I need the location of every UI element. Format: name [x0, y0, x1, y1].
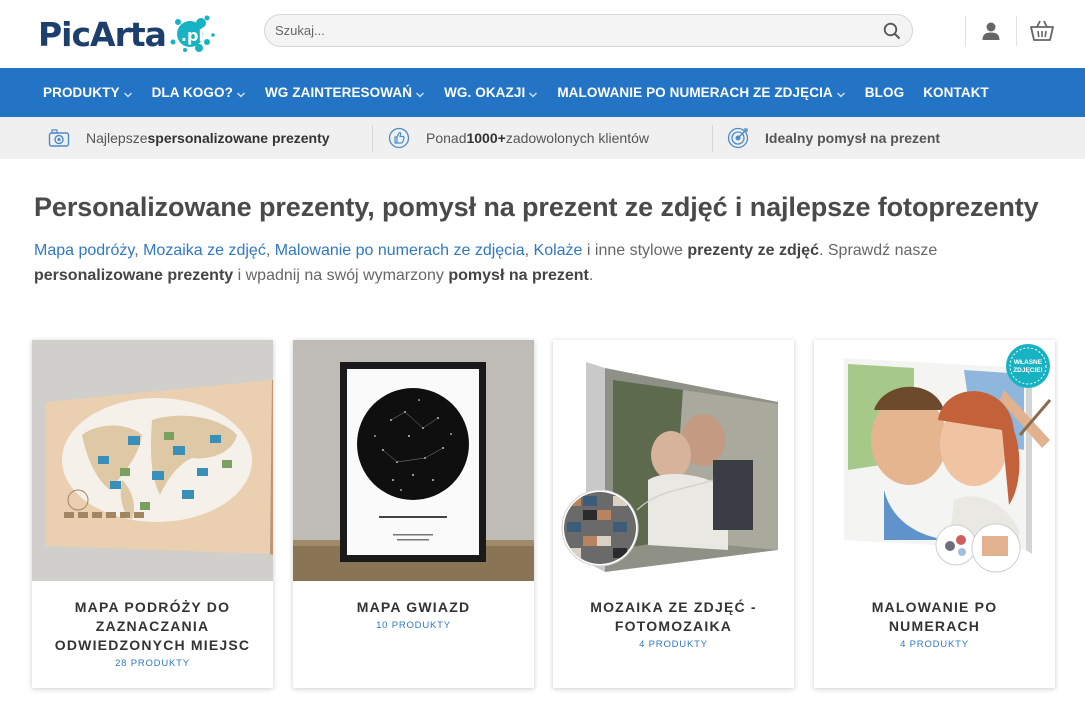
card-count: 4 PRODUKTY: [639, 639, 708, 650]
cart-icon[interactable]: [1029, 18, 1055, 44]
nav-item-dla-kogo[interactable]: DLA KOGO?: [152, 85, 246, 100]
link-malowanie[interactable]: Malowanie po numerach ze zdjęcia: [275, 242, 525, 259]
category-card-mapa-gwiazd[interactable]: MAPA GWIAZD 10 PRODUKTY: [293, 340, 534, 688]
intro-separator: ,: [265, 242, 275, 259]
link-kolaze[interactable]: Kolaże: [534, 242, 583, 259]
link-mapa-podrozy[interactable]: Mapa podróży: [34, 242, 134, 259]
nav-item-label: WG. OKAZJI: [444, 85, 526, 100]
benefit-text-pre: Najlepsze: [86, 130, 148, 146]
benefit-divider: [712, 125, 713, 152]
logo-text: PicArta: [38, 14, 167, 54]
benefit-customers: Ponad 1000+ zadowolonych klientów: [388, 117, 649, 159]
intro-text-part: i wpadnij na swój wymarzony: [233, 267, 449, 284]
target-icon: [727, 127, 749, 149]
card-count: 28 PRODUKTY: [115, 658, 190, 669]
intro-bold-part: prezenty ze zdjęć: [687, 242, 819, 259]
benefit-text-pre: Ponad: [426, 130, 467, 146]
intro-text-part: . Sprawdź nasze: [818, 242, 938, 259]
nav-item-wg-zainteresowań[interactable]: WG ZAINTERESOWAŃ: [265, 85, 425, 100]
nav-item-malowanie-po-numerach-ze-zdjęcia[interactable]: MALOWANIE PO NUMERACH ZE ZDJĘCIA: [557, 85, 845, 100]
benefit-divider: [372, 125, 373, 152]
nav-item-wg-okazji[interactable]: WG. OKAZJI: [444, 85, 538, 100]
nav-item-label: PRODUKTY: [43, 85, 120, 100]
main-nav: PRODUKTY DLA KOGO? WG ZAINTERESOWAŃ WG. OKA…: [0, 68, 1085, 117]
header-divider: [965, 16, 966, 46]
nav-item-label: DLA KOGO?: [151, 85, 233, 100]
intro-bold-part: personalizowane prezenty: [34, 267, 234, 284]
benefit-text-bold: spersonalizowane prezenty: [147, 130, 330, 146]
logo-badge-text: .pl: [180, 26, 204, 45]
intro-text: Mapa podróży, Mozaika ze zdjęć, Malowani…: [34, 238, 1054, 288]
search-input[interactable]: [275, 23, 882, 38]
benefits-bar: Najlepsze spersonalizowane prezenty Pona…: [0, 117, 1085, 159]
card-title[interactable]: MAPA PODRÓŻY DO ZAZNACZANIA ODWIEDZONYCH…: [32, 598, 273, 655]
category-card-malowanie[interactable]: WŁASNE ZDJĘCIE! MALOWANIE PO NUMERACH 4 P…: [814, 340, 1055, 688]
intro-bold-part: pomysł na prezent: [448, 267, 589, 284]
benefit-text-post: zadowolonych klientów: [505, 130, 650, 146]
benefit-idea: Idealny pomysł na prezent: [727, 117, 940, 159]
card-body: MOZAIKA ZE ZDJĘĆ - FOTOMOZAIKA 4 PRODUKT…: [553, 581, 794, 650]
thumbs-up-icon: [388, 127, 410, 149]
card-image-world-map[interactable]: [32, 340, 273, 581]
nav-item-produkty[interactable]: PRODUKTY: [43, 85, 133, 100]
card-count: 4 PRODUKTY: [900, 639, 969, 650]
intro-separator: ,: [524, 242, 534, 259]
card-image-star-map[interactable]: [293, 340, 534, 581]
chevron-down-icon: [236, 88, 246, 98]
card-image-paint-by-numbers[interactable]: WŁASNE ZDJĘCIE!: [814, 340, 1055, 581]
header: PicArta .pl: [0, 0, 1085, 68]
badge-text: WŁASNE ZDJĘCIE!: [1013, 359, 1043, 374]
nav-item-label: KONTAKT: [923, 85, 989, 100]
card-title[interactable]: MOZAIKA ZE ZDJĘĆ - FOTOMOZAIKA: [553, 598, 794, 636]
card-image-photo-mosaic[interactable]: [553, 340, 794, 581]
logo-badge: .pl: [163, 12, 219, 56]
benefit-personalized: Najlepsze spersonalizowane prezenty: [48, 117, 330, 159]
page-title: Personalizowane prezenty, pomysł na prez…: [34, 192, 1039, 222]
chevron-down-icon: [836, 88, 846, 98]
chevron-down-icon: [415, 88, 425, 98]
card-body: MAPA GWIAZD 10 PRODUKTY: [293, 581, 534, 631]
nav-item-label: MALOWANIE PO NUMERACH ZE ZDJĘCIA: [557, 85, 833, 100]
intro-text-part: i inne stylowe: [582, 242, 688, 259]
benefit-text-bold: Idealny pomysł na prezent: [765, 130, 941, 146]
camera-icon: [48, 127, 70, 149]
card-title[interactable]: MAPA GWIAZD: [293, 598, 534, 617]
header-divider: [1016, 16, 1017, 46]
nav-item-kontakt[interactable]: KONTAKT: [923, 85, 989, 100]
nav-item-label: WG ZAINTERESOWAŃ: [264, 85, 413, 100]
search-icon[interactable]: [882, 21, 902, 41]
logo[interactable]: PicArta .pl: [38, 9, 238, 59]
chevron-down-icon: [123, 88, 133, 98]
card-count: 10 PRODUKTY: [376, 620, 451, 631]
benefit-text-bold: 1000+: [466, 130, 506, 146]
search-bar: [264, 14, 913, 47]
link-mozaika[interactable]: Mozaika ze zdjęć: [143, 242, 266, 259]
intro-text-part: .: [588, 267, 594, 284]
user-icon[interactable]: [979, 19, 1003, 43]
chevron-down-icon: [528, 88, 538, 98]
nav-item-blog[interactable]: BLOG: [865, 85, 904, 100]
intro-separator: ,: [134, 242, 144, 259]
card-body: MALOWANIE PO NUMERACH 4 PRODUKTY: [814, 581, 1055, 650]
category-card-mapa-podrozy[interactable]: MAPA PODRÓŻY DO ZAZNACZANIA ODWIEDZONYCH…: [32, 340, 273, 688]
nav-item-label: BLOG: [864, 85, 905, 100]
card-title[interactable]: MALOWANIE PO NUMERACH: [814, 598, 1055, 636]
card-body: MAPA PODRÓŻY DO ZAZNACZANIA ODWIEDZONYCH…: [32, 581, 273, 669]
category-card-mozaika[interactable]: MOZAIKA ZE ZDJĘĆ - FOTOMOZAIKA 4 PRODUKT…: [553, 340, 794, 688]
